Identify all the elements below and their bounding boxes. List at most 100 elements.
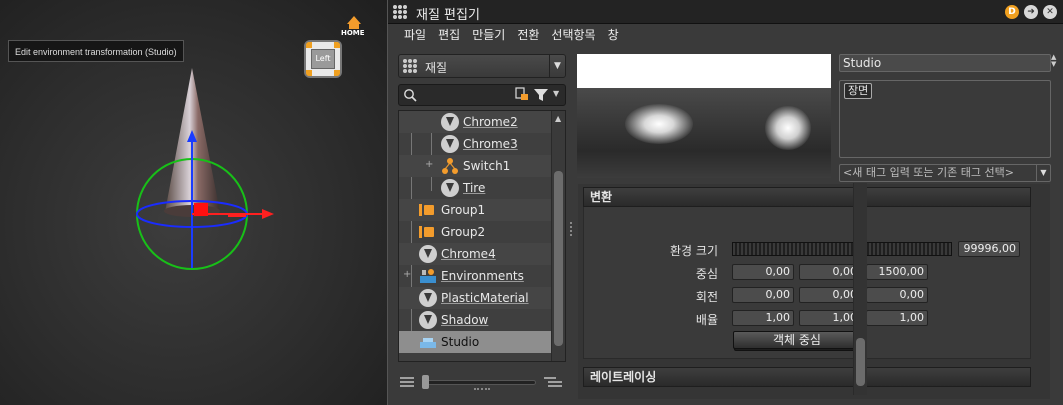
scroll-thumb[interactable] (554, 171, 563, 346)
viewcube[interactable]: Left (304, 40, 342, 78)
tree-item-label: Tire (463, 181, 486, 195)
close-icon[interactable]: ✕ (1043, 5, 1057, 19)
tree-item-label: Switch1 (463, 159, 511, 173)
env-size-value[interactable]: 99996,00 (958, 241, 1020, 257)
expand-icon[interactable]: + (403, 270, 412, 280)
tree-item-label: Chrome4 (441, 247, 496, 261)
library-panel: 재질 ▼ ▼ Chrome2 Chrome3 + Switch1 Tire Gr… (398, 54, 566, 399)
properties-panel: 변환 환경 크기 99996,00 중심 0,00 0,00 1500,00 회… (578, 184, 1050, 399)
tag-chip[interactable]: 장면 (844, 83, 873, 99)
material-name-field[interactable]: Studio (839, 54, 1051, 72)
material-icon (441, 179, 459, 197)
chevron-down-icon[interactable]: ▼ (1036, 165, 1050, 181)
3d-viewport[interactable]: Edit environment transformation (Studio)… (0, 0, 387, 405)
group-icon (419, 201, 437, 219)
menu-create[interactable]: 만들기 (466, 24, 511, 46)
env-size-label: 환경 크기 (670, 244, 718, 258)
scale-z-field[interactable]: 1,00 (866, 310, 928, 326)
scroll-down-icon[interactable]: ▼ (1051, 61, 1062, 68)
material-icon (419, 289, 437, 307)
material-icon (441, 113, 459, 131)
section-header-transform[interactable]: 변환 (583, 187, 1031, 207)
search-field[interactable]: ▼ (398, 84, 566, 106)
menu-convert[interactable]: 전환 (511, 24, 545, 46)
material-icon (419, 245, 437, 263)
tree-item[interactable]: + Switch1 (399, 155, 552, 177)
gizmo-x-arrow-icon[interactable] (262, 209, 274, 219)
gizmo-center-handle[interactable] (194, 203, 208, 216)
tree-item[interactable]: Group2 (399, 221, 552, 243)
preview-sky (577, 54, 831, 88)
grid-menu-icon[interactable] (393, 5, 407, 19)
studio-environment-icon (419, 333, 437, 351)
properties-scrollbar[interactable] (853, 183, 867, 395)
tree-item[interactable]: Studio (399, 331, 552, 353)
viewcube-face[interactable]: Left (311, 49, 335, 69)
material-grid-icon (403, 59, 417, 73)
chevron-down-icon[interactable]: ▼ (553, 89, 559, 98)
tree-item[interactable]: Chrome4 (399, 243, 552, 265)
icon-size-slider[interactable] (424, 380, 536, 385)
rotation-y-field[interactable]: 0,00 (799, 287, 861, 303)
switch-icon (441, 157, 459, 175)
center-y-field[interactable]: 0,00 (799, 264, 861, 280)
home-label: HOME (341, 29, 365, 37)
panel-splitter[interactable] (568, 54, 574, 404)
preview-light-right (765, 106, 811, 150)
d-badge-icon[interactable]: D (1005, 5, 1019, 19)
tree-item[interactable]: Chrome3 (399, 133, 552, 155)
info-scroll-arrows[interactable]: ▲ ▼ (1051, 54, 1062, 70)
center-z-field[interactable]: 1500,00 (866, 264, 928, 280)
tree-item[interactable]: + Environments (399, 265, 552, 287)
center-x-field[interactable]: 0,00 (732, 264, 794, 280)
resize-grip[interactable] (474, 388, 490, 391)
menu-file[interactable]: 파일 (398, 24, 432, 46)
menu-bar: 파일 편집 만들기 전환 선택항목 창 (388, 24, 1063, 46)
viewcube-corner[interactable] (334, 70, 340, 76)
tree-item[interactable]: PlasticMaterial (399, 287, 552, 309)
tree-scrollbar[interactable]: ▲ (551, 111, 565, 361)
tree-item[interactable]: Tire (399, 177, 552, 199)
menu-window[interactable]: 창 (602, 24, 625, 46)
title-bar[interactable]: 재질 편집기 D ➜ ✕ (388, 0, 1063, 24)
menu-edit[interactable]: 편집 (432, 24, 466, 46)
home-button[interactable]: HOME (341, 16, 367, 38)
scroll-thumb[interactable] (856, 338, 865, 386)
list-view-icon[interactable] (400, 376, 414, 388)
preview-light-left (625, 104, 693, 144)
tooltip: Edit environment transformation (Studio) (8, 40, 184, 62)
tree-item-label: Chrome2 (463, 115, 518, 129)
env-size-slider[interactable] (732, 242, 952, 256)
rotation-x-field[interactable]: 0,00 (732, 287, 794, 303)
forward-arrow-icon[interactable]: ➜ (1024, 5, 1038, 19)
section-header-raytracing[interactable]: 레이트레이싱 (583, 367, 1031, 387)
menu-selection[interactable]: 선택항목 (545, 24, 601, 46)
tree-item[interactable]: Group1 (399, 199, 552, 221)
tree-item[interactable]: Shadow (399, 309, 552, 331)
scale-y-field[interactable]: 1,00 (799, 310, 861, 326)
viewcube-corner[interactable] (334, 42, 340, 48)
detail-view-icon[interactable] (544, 376, 562, 388)
scroll-up-icon[interactable]: ▲ (555, 114, 561, 123)
expand-icon[interactable]: + (425, 160, 434, 170)
window-title: 재질 편집기 (416, 8, 480, 23)
viewcube-corner[interactable] (306, 70, 312, 76)
rotation-z-field[interactable]: 0,00 (866, 287, 928, 303)
tree-item[interactable]: Chrome2 (399, 111, 552, 133)
tag-filter-icon[interactable] (515, 87, 529, 103)
tree-item-label: Group1 (441, 203, 486, 217)
viewcube-corner[interactable] (306, 42, 312, 48)
tags-box[interactable]: 장면 (839, 80, 1051, 158)
library-type-dropdown[interactable]: 재질 ▼ (398, 54, 566, 78)
tag-input[interactable]: <새 태그 입력 또는 기존 태그 선택> ▼ (839, 164, 1051, 182)
tree-item-label: Group2 (441, 225, 486, 239)
scale-x-field[interactable]: 1,00 (732, 310, 794, 326)
group-icon (419, 223, 437, 241)
tree-item-label: Studio (441, 335, 480, 349)
material-icon (441, 135, 459, 153)
filter-icon[interactable] (533, 88, 549, 102)
chevron-down-icon[interactable]: ▼ (549, 55, 565, 77)
icon-size-slider-handle[interactable] (422, 375, 429, 389)
object-center-button[interactable]: 객체 중심 (733, 331, 861, 349)
material-tree[interactable]: Chrome2 Chrome3 + Switch1 Tire Group1 Group2 Ch… (398, 110, 566, 362)
